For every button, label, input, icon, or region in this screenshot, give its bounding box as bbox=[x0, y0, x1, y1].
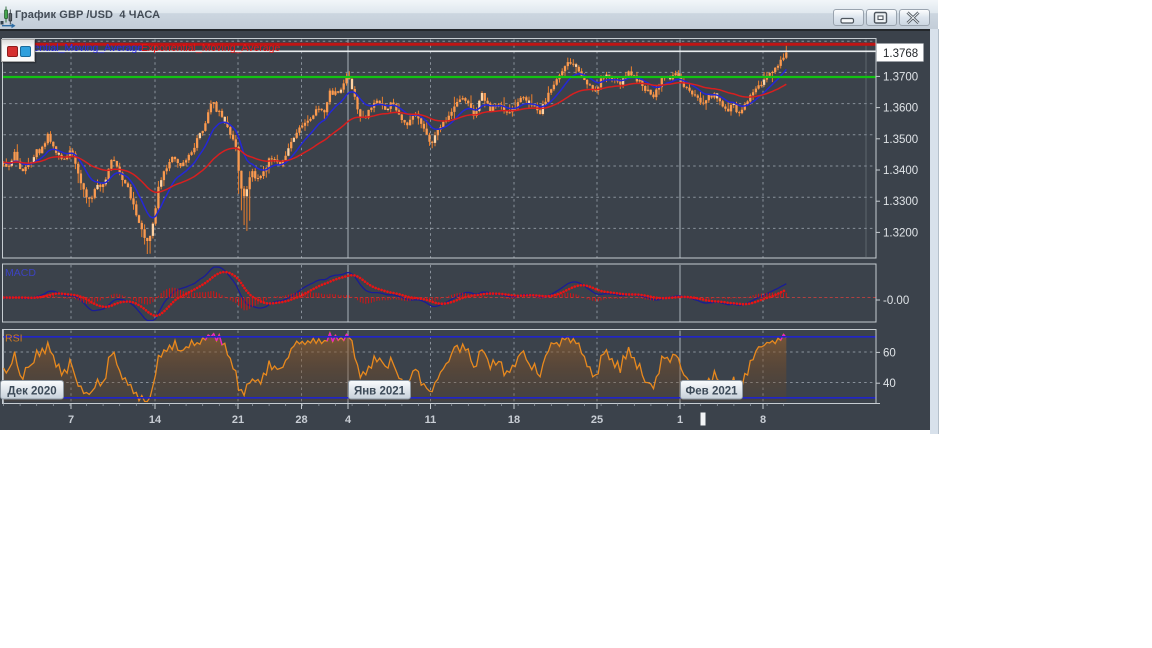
svg-text:1.3300: 1.3300 bbox=[883, 196, 918, 208]
svg-text:RSI: RSI bbox=[5, 333, 23, 345]
svg-text:21: 21 bbox=[232, 414, 244, 426]
svg-text:ential_Moving_Average: ential_Moving_Average bbox=[34, 42, 144, 54]
svg-text:8: 8 bbox=[760, 414, 766, 426]
svg-text:40: 40 bbox=[883, 378, 896, 390]
svg-text:1.3600: 1.3600 bbox=[883, 103, 918, 115]
svg-text:1.3400: 1.3400 bbox=[883, 165, 918, 177]
svg-text:7: 7 bbox=[68, 414, 74, 426]
svg-text:25: 25 bbox=[591, 414, 603, 426]
svg-text:1.3500: 1.3500 bbox=[883, 134, 918, 146]
svg-text:1: 1 bbox=[677, 414, 683, 426]
svg-text:MACD: MACD bbox=[5, 267, 36, 279]
svg-text:Дек 2020: Дек 2020 bbox=[7, 385, 56, 397]
svg-text:4: 4 bbox=[345, 414, 352, 426]
svg-text:11: 11 bbox=[425, 414, 437, 426]
svg-text:1.3768: 1.3768 bbox=[883, 48, 918, 60]
svg-text:-0.00: -0.00 bbox=[883, 295, 909, 307]
svg-text:1.3700: 1.3700 bbox=[883, 71, 918, 83]
svg-text:60: 60 bbox=[883, 347, 896, 359]
svg-text:28: 28 bbox=[295, 414, 307, 426]
svg-text:14: 14 bbox=[149, 414, 162, 426]
svg-text:18: 18 bbox=[508, 414, 520, 426]
svg-text:Фев 2021: Фев 2021 bbox=[685, 385, 738, 397]
svg-text:1.3200: 1.3200 bbox=[883, 227, 918, 239]
svg-text:Янв 2021: Янв 2021 bbox=[354, 385, 406, 397]
svg-text:Exponential_Moving_Average: Exponential_Moving_Average bbox=[141, 42, 280, 54]
